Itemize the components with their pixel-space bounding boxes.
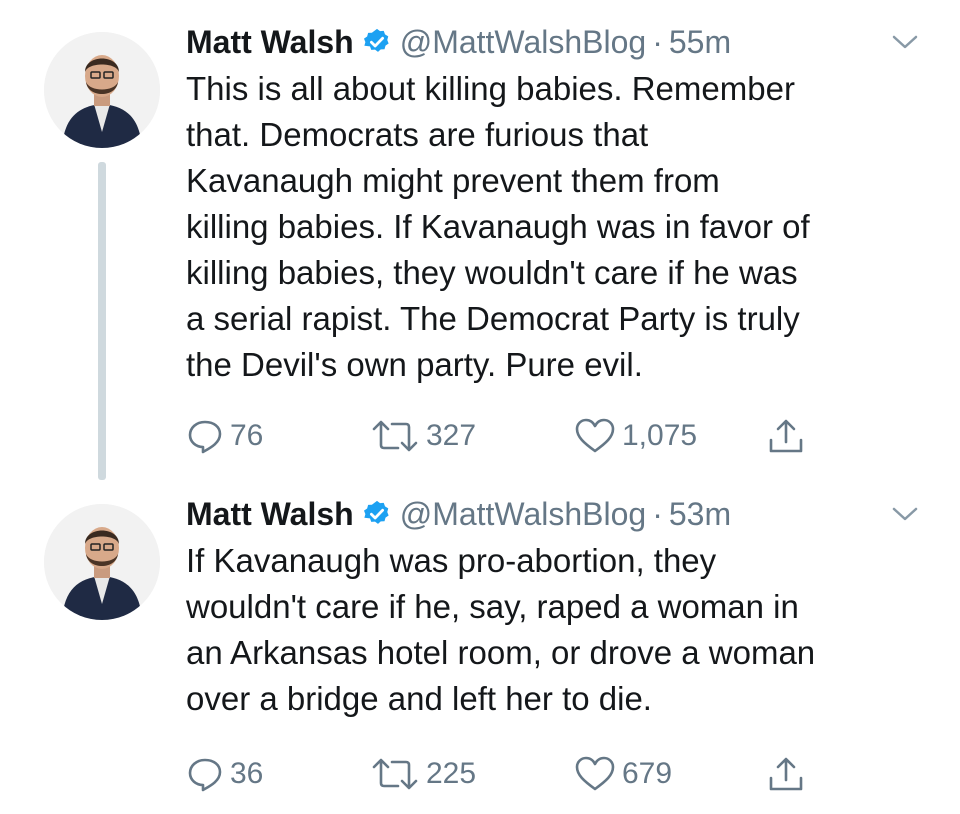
tweet-header: Matt Walsh @MattWalshBlog · 55m — [186, 20, 960, 64]
separator-dot: · — [652, 23, 663, 60]
share-button[interactable] — [766, 752, 812, 796]
chevron-down-icon[interactable] — [890, 30, 920, 54]
reply-button[interactable]: 76 — [186, 414, 263, 458]
tweet-text: This is all about killing babies. Rememb… — [186, 70, 810, 383]
heart-icon — [575, 418, 615, 453]
tweet-text: If Kavanaugh was pro-abortion, they woul… — [186, 542, 816, 717]
retweet-icon — [372, 420, 418, 452]
retweet-count: 327 — [426, 419, 477, 452]
retweet-icon — [372, 758, 418, 790]
separator-dot: · — [652, 495, 663, 532]
like-count: 1,075 — [622, 419, 698, 452]
timestamp[interactable]: 53m — [669, 496, 731, 533]
tweet-actions: 76 327 1,075 — [186, 414, 886, 458]
verified-badge-icon — [362, 499, 392, 529]
timestamp[interactable]: 55m — [669, 24, 731, 61]
author-name[interactable]: Matt Walsh — [186, 24, 354, 61]
heart-icon — [575, 756, 615, 791]
like-button[interactable]: 1,075 — [574, 414, 697, 458]
retweet-button[interactable]: 225 — [370, 752, 476, 796]
author-handle[interactable]: @MattWalshBlog — [400, 496, 646, 533]
avatar[interactable] — [44, 504, 160, 620]
tweet[interactable]: Matt Walsh @MattWalshBlog · 55m This is … — [0, 0, 960, 480]
thread-connector — [98, 162, 106, 480]
reply-count: 76 — [230, 419, 264, 452]
tweet-actions: 36 225 679 — [186, 752, 886, 796]
tweet[interactable]: Matt Walsh @MattWalshBlog · 53m If Kavan… — [0, 480, 960, 814]
share-icon — [769, 757, 803, 791]
share-button[interactable] — [766, 414, 812, 458]
retweet-button[interactable]: 327 — [370, 414, 476, 458]
verified-badge-icon — [362, 27, 392, 57]
like-count: 679 — [622, 757, 673, 790]
reply-icon — [188, 758, 222, 792]
author-name[interactable]: Matt Walsh — [186, 496, 354, 533]
author-handle[interactable]: @MattWalshBlog — [400, 24, 646, 61]
reply-button[interactable]: 36 — [186, 752, 263, 796]
reply-icon — [188, 420, 222, 454]
like-button[interactable]: 679 — [574, 752, 672, 796]
retweet-count: 225 — [426, 757, 477, 790]
avatar[interactable] — [44, 32, 160, 148]
reply-count: 36 — [230, 757, 264, 790]
tweet-header: Matt Walsh @MattWalshBlog · 53m — [186, 492, 960, 536]
chevron-down-icon[interactable] — [890, 502, 920, 526]
share-icon — [769, 419, 803, 453]
